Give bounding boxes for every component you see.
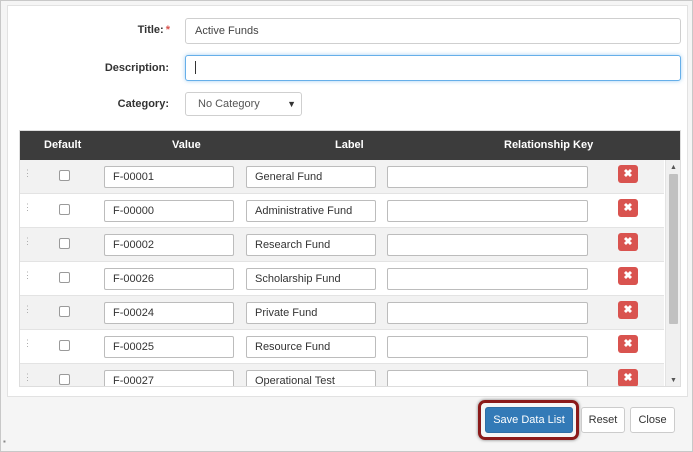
scroll-up-icon[interactable]: ▲ xyxy=(670,164,677,171)
header-relationship-key: Relationship Key xyxy=(504,139,594,151)
delete-row-button[interactable]: ✖ xyxy=(618,165,638,183)
grid-header: Default Value Label Relationship Key xyxy=(20,131,680,160)
relationship-key-input[interactable] xyxy=(387,200,588,222)
relationship-key-input[interactable] xyxy=(387,336,588,358)
drag-handle-icon[interactable]: ⋮ xyxy=(23,169,32,182)
drag-handle-icon[interactable]: ⋮ xyxy=(23,237,32,250)
table-row: ⋮ F-00002 Research Fund ✖ xyxy=(20,228,664,262)
relationship-key-input[interactable] xyxy=(387,268,588,290)
delete-row-button[interactable]: ✖ xyxy=(618,335,638,353)
delete-row-button[interactable]: ✖ xyxy=(618,301,638,319)
label-input[interactable]: Resource Fund xyxy=(246,336,376,358)
table-row: ⋮ F-00027 Operational Test ✖ xyxy=(20,364,664,386)
form-panel: Title: * Active Funds Description: Catego… xyxy=(7,5,688,397)
label-input[interactable]: Private Fund xyxy=(246,302,376,324)
label-input[interactable]: Research Fund xyxy=(246,234,376,256)
default-checkbox[interactable] xyxy=(59,374,70,385)
grid-scrollbar[interactable]: ▲ ▼ xyxy=(665,160,680,386)
title-input[interactable]: Active Funds xyxy=(185,18,681,44)
dropdown-arrow-icon: ▼ xyxy=(287,99,296,109)
table-row: ⋮ F-00026 Scholarship Fund ✖ xyxy=(20,262,664,296)
delete-row-button[interactable]: ✖ xyxy=(618,199,638,217)
value-input[interactable]: F-00026 xyxy=(104,268,234,290)
default-checkbox[interactable] xyxy=(59,170,70,181)
default-checkbox[interactable] xyxy=(59,204,70,215)
required-marker: * xyxy=(165,24,170,36)
delete-row-button[interactable]: ✖ xyxy=(618,267,638,285)
title-label-text: Title: xyxy=(137,24,164,36)
category-label: Category: xyxy=(117,98,169,110)
relationship-key-input[interactable] xyxy=(387,370,588,386)
relationship-key-input[interactable] xyxy=(387,234,588,256)
table-row: ⋮ F-00025 Resource Fund ✖ xyxy=(20,330,664,364)
resize-grip-icon: ▪ xyxy=(3,437,6,446)
drag-handle-icon[interactable]: ⋮ xyxy=(23,203,32,216)
value-input[interactable]: F-00000 xyxy=(104,200,234,222)
header-default: Default xyxy=(44,139,82,151)
close-button[interactable]: Close xyxy=(630,407,675,433)
category-select-value: No Category xyxy=(198,98,260,110)
value-input[interactable]: F-00024 xyxy=(104,302,234,324)
scrollbar-thumb[interactable] xyxy=(669,174,678,324)
reset-button[interactable]: Reset xyxy=(581,407,625,433)
description-input[interactable] xyxy=(185,55,681,81)
save-data-list-button[interactable]: Save Data List xyxy=(485,407,573,433)
category-select[interactable]: No Category ▼ xyxy=(185,92,302,116)
table-row: ⋮ F-00001 General Fund ✖ xyxy=(20,160,664,194)
label-input[interactable]: General Fund xyxy=(246,166,376,188)
default-checkbox[interactable] xyxy=(59,272,70,283)
drag-handle-icon[interactable]: ⋮ xyxy=(23,305,32,318)
drag-handle-icon[interactable]: ⋮ xyxy=(23,339,32,352)
relationship-key-input[interactable] xyxy=(387,302,588,324)
values-grid: Default Value Label Relationship Key ⋮ F… xyxy=(19,130,681,387)
data-list-dialog: Title: * Active Funds Description: Catego… xyxy=(0,0,693,452)
table-row: ⋮ F-00024 Private Fund ✖ xyxy=(20,296,664,330)
grid-body[interactable]: ⋮ F-00001 General Fund ✖ ⋮ F-00000 Admin… xyxy=(20,160,680,386)
label-input[interactable]: Operational Test xyxy=(246,370,376,386)
drag-handle-icon[interactable]: ⋮ xyxy=(23,271,32,284)
header-value: Value xyxy=(172,139,201,151)
text-caret xyxy=(195,60,196,74)
header-label: Label xyxy=(335,139,364,151)
label-input[interactable]: Administrative Fund xyxy=(246,200,376,222)
description-label: Description: xyxy=(104,62,169,74)
value-input[interactable]: F-00002 xyxy=(104,234,234,256)
delete-row-button[interactable]: ✖ xyxy=(618,369,638,386)
title-label: Title: * xyxy=(78,24,170,36)
default-checkbox[interactable] xyxy=(59,340,70,351)
default-checkbox[interactable] xyxy=(59,238,70,249)
value-input[interactable]: F-00001 xyxy=(104,166,234,188)
title-input-value: Active Funds xyxy=(195,25,259,37)
delete-row-button[interactable]: ✖ xyxy=(618,233,638,251)
value-input[interactable]: F-00025 xyxy=(104,336,234,358)
scroll-down-icon[interactable]: ▼ xyxy=(670,377,677,384)
default-checkbox[interactable] xyxy=(59,306,70,317)
value-input[interactable]: F-00027 xyxy=(104,370,234,386)
relationship-key-input[interactable] xyxy=(387,166,588,188)
label-input[interactable]: Scholarship Fund xyxy=(246,268,376,290)
table-row: ⋮ F-00000 Administrative Fund ✖ xyxy=(20,194,664,228)
drag-handle-icon[interactable]: ⋮ xyxy=(23,373,32,386)
